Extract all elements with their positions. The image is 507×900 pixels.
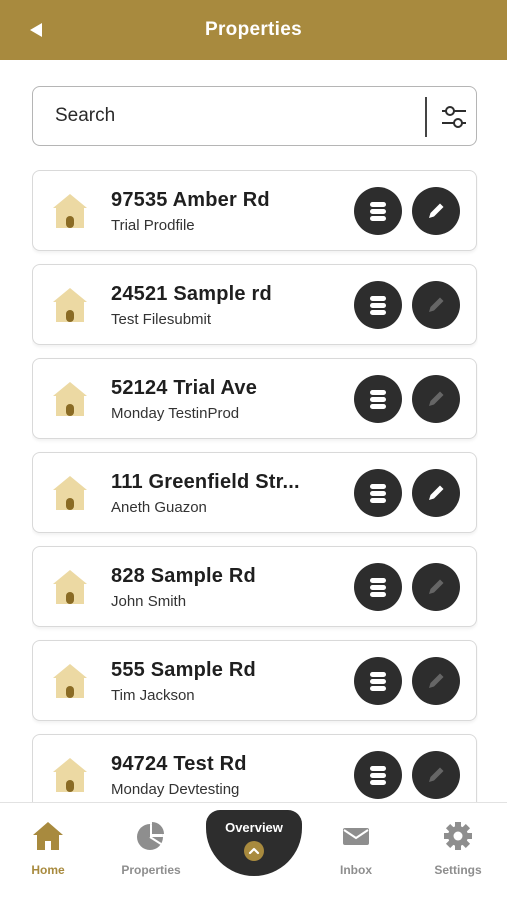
database-icon: [370, 672, 386, 691]
pencil-icon: [429, 767, 444, 782]
property-card[interactable]: 555 Sample Rd Tim Jackson: [32, 640, 477, 721]
edit-button[interactable]: [412, 469, 460, 517]
database-icon: [370, 484, 386, 503]
nav-label-inbox: Inbox: [340, 863, 372, 877]
pie-chart-icon: [137, 822, 164, 850]
search-input[interactable]: [55, 103, 435, 129]
edit-button[interactable]: [412, 187, 460, 235]
nav-item-settings[interactable]: Settings: [418, 821, 498, 891]
nav-label-properties: Properties: [121, 863, 181, 877]
back-button[interactable]: [24, 18, 48, 42]
database-button[interactable]: [354, 187, 402, 235]
house-icon: [53, 288, 87, 322]
filter-button[interactable]: [437, 101, 471, 133]
database-icon: [370, 390, 386, 409]
pencil-icon: [429, 485, 444, 500]
property-name: 555 Sample Rd: [111, 659, 256, 681]
database-icon: [370, 766, 386, 785]
edit-button-disabled[interactable]: [412, 657, 460, 705]
back-arrow-icon: [30, 23, 42, 37]
home-icon: [33, 822, 63, 850]
property-card[interactable]: 24521 Sample rd Test Filesubmit: [32, 264, 477, 345]
search-divider: [425, 97, 427, 137]
nav-label-settings: Settings: [434, 863, 482, 877]
house-icon: [53, 476, 87, 510]
property-subtitle: Test Filesubmit: [111, 311, 212, 328]
property-card[interactable]: 97535 Amber Rd Trial Prodfile: [32, 170, 477, 251]
database-button[interactable]: [354, 563, 402, 611]
chevron-up-icon: [244, 841, 264, 861]
filter-sliders-icon: [442, 106, 466, 128]
nav-item-home[interactable]: Home: [8, 821, 88, 891]
property-name: 97535 Amber Rd: [111, 189, 270, 211]
edit-button-disabled[interactable]: [412, 751, 460, 799]
database-icon: [370, 202, 386, 221]
house-icon: [53, 664, 87, 698]
property-subtitle: Monday TestinProd: [111, 405, 240, 422]
pencil-icon: [429, 297, 444, 312]
nav-item-properties[interactable]: Properties: [111, 821, 191, 891]
property-card[interactable]: 111 Greenfield Str... Aneth Guazon: [32, 452, 477, 533]
envelope-icon: [343, 828, 369, 845]
database-icon: [370, 296, 386, 315]
house-icon: [53, 194, 87, 228]
page-title: Properties: [205, 19, 302, 40]
gear-icon: [444, 822, 472, 850]
property-list: 97535 Amber Rd Trial Prodfile 24521 Samp…: [32, 170, 478, 802]
property-subtitle: Monday Devtesting: [111, 781, 240, 798]
property-name: 94724 Test Rd: [111, 753, 247, 775]
database-button[interactable]: [354, 657, 402, 705]
house-icon: [53, 382, 87, 416]
property-name: 828 Sample Rd: [111, 565, 256, 587]
property-subtitle: Tim Jackson: [111, 687, 195, 704]
house-icon: [53, 758, 87, 792]
edit-button-disabled[interactable]: [412, 375, 460, 423]
house-icon: [53, 570, 87, 604]
property-subtitle: Trial Prodfile: [111, 217, 195, 234]
overview-label: Overview: [225, 820, 283, 835]
pencil-icon: [429, 673, 444, 688]
property-card[interactable]: 828 Sample Rd John Smith: [32, 546, 477, 627]
nav-label-home: Home: [31, 863, 65, 877]
database-button[interactable]: [354, 751, 402, 799]
database-icon: [370, 578, 386, 597]
property-card[interactable]: 52124 Trial Ave Monday TestinProd: [32, 358, 477, 439]
database-button[interactable]: [354, 469, 402, 517]
database-button[interactable]: [354, 375, 402, 423]
property-name: 111 Greenfield Str...: [111, 471, 300, 493]
nav-item-inbox[interactable]: Inbox: [316, 821, 396, 891]
pencil-icon: [429, 391, 444, 406]
property-subtitle: Aneth Guazon: [111, 499, 207, 516]
property-name: 52124 Trial Ave: [111, 377, 258, 399]
pencil-icon: [429, 203, 444, 218]
top-app-bar: Properties: [0, 0, 507, 60]
edit-button-disabled[interactable]: [412, 281, 460, 329]
database-button[interactable]: [354, 281, 402, 329]
property-name: 24521 Sample rd: [111, 283, 272, 305]
property-card[interactable]: 94724 Test Rd Monday Devtesting: [32, 734, 477, 802]
pencil-icon: [429, 579, 444, 594]
search-bar: [32, 86, 477, 146]
edit-button-disabled[interactable]: [412, 563, 460, 611]
property-subtitle: John Smith: [111, 593, 187, 610]
